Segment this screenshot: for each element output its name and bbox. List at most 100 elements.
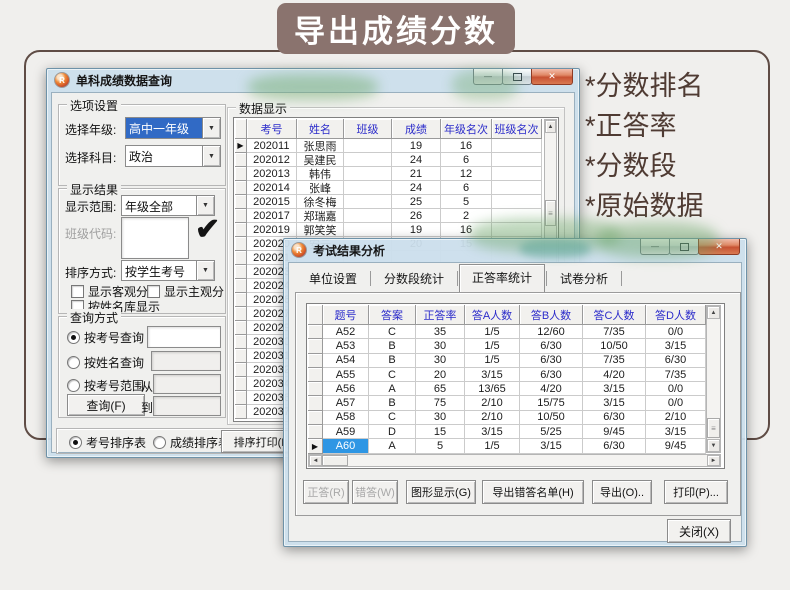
grid-header-cell[interactable]: 姓名 [297, 119, 344, 139]
row-selector[interactable] [308, 339, 323, 353]
grid-cell[interactable]: 202019 [247, 223, 297, 237]
grid-cell[interactable] [492, 139, 542, 153]
grid-cell[interactable]: 9/45 [583, 425, 646, 439]
grid-cell[interactable]: 202013 [247, 167, 297, 181]
grid-cell[interactable]: 郑瑞嘉 [297, 209, 344, 223]
grid-cell[interactable]: 13/65 [465, 382, 520, 396]
grid-cell[interactable]: 3/15 [520, 439, 583, 453]
scroll-up-icon[interactable]: ▲ [707, 306, 720, 319]
subject-combobox[interactable]: 政治 ▼ [125, 145, 221, 167]
grid-header-cell[interactable]: 年级名次 [441, 119, 492, 139]
grid-cell[interactable]: 吴建民 [297, 153, 344, 167]
grid-cell[interactable]: 7/35 [583, 354, 646, 368]
row-selector[interactable] [235, 391, 247, 405]
grid-cell[interactable]: 1/5 [465, 339, 520, 353]
row-selector[interactable] [308, 325, 323, 339]
tab-correct-rate[interactable]: 正答率统计 [459, 264, 545, 293]
row-selector[interactable] [235, 167, 247, 181]
scrollbar-thumb[interactable] [322, 455, 348, 466]
grid-cell[interactable]: 徐冬梅 [297, 195, 344, 209]
grid-cell[interactable]: 5 [416, 439, 465, 453]
export-button[interactable]: 导出(O).. [592, 480, 652, 504]
tab-score-bands[interactable]: 分数段统计 [372, 266, 456, 292]
grid-cell[interactable]: 4/20 [520, 382, 583, 396]
grid-cell[interactable] [344, 209, 392, 223]
row-selector[interactable] [308, 368, 323, 382]
row-selector[interactable]: ▶ [308, 439, 323, 453]
row-selector[interactable] [308, 425, 323, 439]
grid-cell[interactable] [344, 223, 392, 237]
grid-cell[interactable]: 2/10 [646, 411, 706, 425]
grid-cell[interactable]: A59 [323, 425, 369, 439]
grid-cell[interactable]: 25 [392, 195, 441, 209]
grid-cell[interactable]: A60 [323, 439, 369, 453]
row-selector[interactable] [235, 153, 247, 167]
grid-cell[interactable] [492, 181, 542, 195]
grid-cell[interactable]: 202011 [247, 139, 297, 153]
grid-cell[interactable]: 202017 [247, 209, 297, 223]
grid-cell[interactable] [344, 195, 392, 209]
grid-cell[interactable] [344, 181, 392, 195]
by-range-radio[interactable]: 按考号范围 [67, 377, 144, 394]
grid-cell[interactable]: 202012 [247, 153, 297, 167]
grid-cell[interactable]: 15 [416, 425, 465, 439]
grid-cell[interactable]: C [369, 411, 416, 425]
grid-cell[interactable]: A [369, 439, 416, 453]
grid-cell[interactable] [492, 195, 542, 209]
by-name-radio[interactable]: 按姓名查询 [67, 354, 144, 371]
row-selector[interactable] [235, 195, 247, 209]
grid-cell[interactable]: A [369, 382, 416, 396]
grid-cell[interactable]: 202015 [247, 195, 297, 209]
minimize-button[interactable]: — [640, 239, 670, 255]
close-window-button[interactable]: 关闭(X) [667, 519, 731, 543]
grid-cell[interactable]: A54 [323, 354, 369, 368]
export-wrong-list-button[interactable]: 导出错答名单(H) [482, 480, 584, 504]
grid-cell[interactable]: 35 [416, 325, 465, 339]
class-code-listbox[interactable] [121, 217, 189, 259]
grid-header-cell[interactable]: 答D人数 [646, 305, 706, 325]
tab-unit-settings[interactable]: 单位设置 [297, 266, 369, 292]
grid-cell[interactable]: 10/50 [583, 339, 646, 353]
grid-cell[interactable]: 2/10 [465, 411, 520, 425]
row-selector[interactable] [235, 307, 247, 321]
grid-cell[interactable]: 10/50 [520, 411, 583, 425]
grid-cell[interactable] [492, 209, 542, 223]
close-button[interactable]: ✕ [698, 239, 740, 255]
grid-cell[interactable]: 6/30 [583, 439, 646, 453]
grid-cell[interactable]: 6/30 [520, 354, 583, 368]
grid-header-cell[interactable]: 班级名次 [492, 119, 542, 139]
row-selector[interactable] [235, 181, 247, 195]
grid-cell[interactable]: 3/15 [583, 382, 646, 396]
print-button[interactable]: 打印(P)... [664, 480, 728, 504]
row-selector[interactable] [308, 382, 323, 396]
grid-cell[interactable]: 24 [392, 181, 441, 195]
row-selector[interactable] [235, 405, 247, 419]
grid-cell[interactable]: A53 [323, 339, 369, 353]
range-from-input[interactable] [153, 374, 221, 394]
wrong-answer-button[interactable]: 错答(W) [352, 480, 398, 504]
grid-cell[interactable]: 5 [441, 195, 492, 209]
grid-cell[interactable]: 16 [441, 223, 492, 237]
grid-cell[interactable] [492, 153, 542, 167]
grid-cell[interactable]: 6/30 [646, 354, 706, 368]
grid-header-cell[interactable]: 答A人数 [465, 305, 520, 325]
grid-cell[interactable]: A58 [323, 411, 369, 425]
grid-cell[interactable] [492, 223, 542, 237]
row-selector[interactable] [235, 223, 247, 237]
grid-cell[interactable]: 4/20 [583, 368, 646, 382]
scroll-down-icon[interactable]: ▼ [707, 439, 720, 452]
scrollbar-thumb[interactable]: ≡ [545, 200, 556, 226]
grid-cell[interactable]: 7/35 [646, 368, 706, 382]
row-selector[interactable] [235, 279, 247, 293]
row-selector[interactable] [235, 237, 247, 251]
by-name-input[interactable] [151, 351, 221, 371]
grid-cell[interactable]: B [369, 396, 416, 410]
grid-cell[interactable]: 6/30 [520, 339, 583, 353]
query-button[interactable]: 查询(F) [67, 394, 145, 416]
grid-cell[interactable]: 16 [441, 139, 492, 153]
grid-cell[interactable]: 24 [392, 153, 441, 167]
grid-cell[interactable] [344, 153, 392, 167]
grid-cell[interactable]: 6/30 [583, 411, 646, 425]
grid-cell[interactable]: 202014 [247, 181, 297, 195]
grid-header-cell[interactable]: 答C人数 [583, 305, 646, 325]
